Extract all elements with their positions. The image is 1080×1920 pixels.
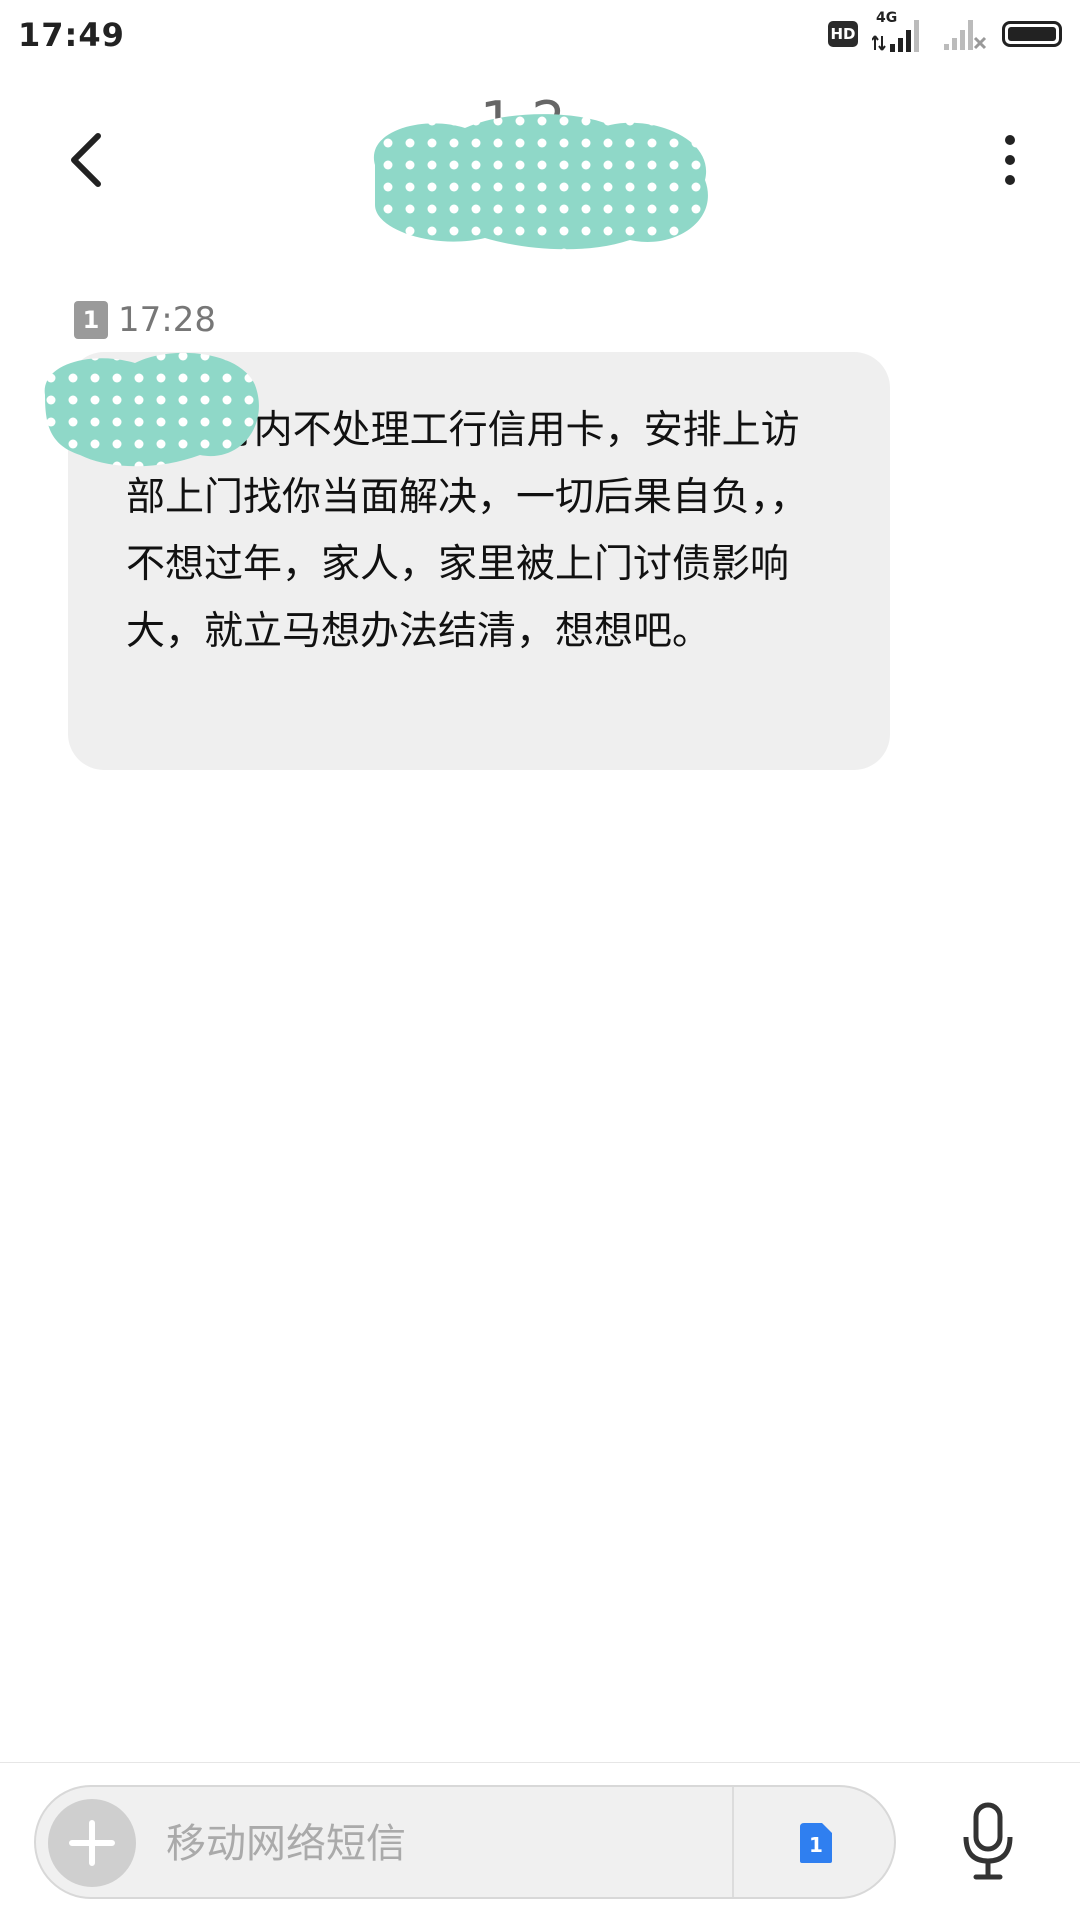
more-vertical-icon xyxy=(1005,135,1015,185)
sim-card-icon: 1 xyxy=(800,1823,832,1863)
redaction-mask-name xyxy=(44,352,259,467)
network-type-label: 4G xyxy=(876,10,898,26)
plus-icon xyxy=(69,1820,115,1866)
microphone-icon xyxy=(963,1802,1013,1880)
conversation-header: 1 2 . 广东广州 xyxy=(0,70,1080,250)
status-bar: 17:49 HD 4G xyxy=(0,0,1080,70)
signal-no-service-icon xyxy=(944,20,987,50)
signal-4g-icon: 4G xyxy=(871,10,928,54)
status-icons: HD 4G xyxy=(828,10,1062,54)
battery-icon xyxy=(1002,21,1062,47)
add-attachment-button[interactable] xyxy=(48,1799,136,1887)
voice-input-button[interactable] xyxy=(958,1799,1018,1887)
message-thread-screen: 17:49 HD 4G 1 17:28 ，12月内不处理工行信用卡，安排上访部上… xyxy=(0,0,1080,1920)
message-input[interactable] xyxy=(164,1805,728,1883)
message-meta: 1 17:28 xyxy=(74,300,216,340)
message-composer: 1 xyxy=(0,1762,1080,1920)
composer-divider xyxy=(732,1787,734,1897)
more-options-button[interactable] xyxy=(990,120,1030,200)
sim-select-label: 1 xyxy=(809,1833,823,1857)
sim1-icon: 1 xyxy=(74,301,108,339)
battery-level xyxy=(1008,27,1056,41)
message-time: 17:28 xyxy=(118,300,216,340)
sim-select-button[interactable]: 1 xyxy=(796,1821,836,1865)
composer-pill: 1 xyxy=(34,1785,896,1899)
redaction-mask xyxy=(373,114,708,250)
status-time: 17:49 xyxy=(18,16,125,54)
hd-voice-icon: HD xyxy=(828,21,858,47)
